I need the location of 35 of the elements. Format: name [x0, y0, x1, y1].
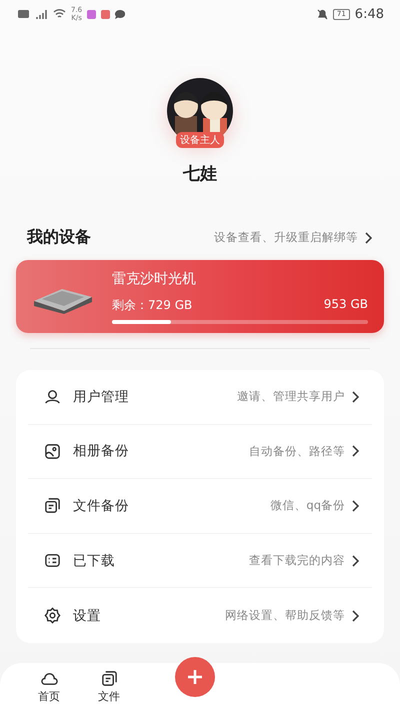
device-card[interactable]: 雷克沙时光机 剩余：729 GB 953 GB: [16, 260, 384, 333]
total-space: 953 GB: [324, 296, 368, 312]
menu-item[interactable]: 相册备份 自动备份、路径等: [28, 424, 372, 480]
menu-item[interactable]: 用户管理 邀请、管理共享用户: [28, 370, 372, 425]
section-title: 我的设备: [27, 227, 91, 248]
menu-item[interactable]: 已下载 查看下载完的内容: [28, 534, 372, 588]
chevron-icon: [351, 554, 360, 567]
user-name: 七娃: [183, 163, 217, 185]
nav-tab[interactable]: 首页: [38, 670, 60, 704]
owner-badge: 设备主人: [176, 132, 224, 148]
files-icon: [100, 670, 118, 687]
chat-icon: [115, 10, 126, 18]
chevron-icon: [351, 390, 360, 403]
free-space: 剩余：729 GB: [112, 296, 192, 314]
chevron-icon: [351, 610, 360, 622]
user-icon: [44, 388, 61, 406]
nav-tab[interactable]: 文件: [98, 670, 120, 704]
files-icon: [44, 497, 61, 514]
plus-icon: [187, 669, 203, 685]
chevron-icon: [351, 445, 360, 458]
chevron-icon: [364, 232, 373, 244]
photo-icon: [44, 442, 61, 460]
menu-item[interactable]: 设置 网络设置、帮助反馈等: [28, 588, 372, 643]
menu-item[interactable]: 文件备份 微信、qq备份: [28, 479, 372, 534]
add-button[interactable]: [175, 657, 215, 697]
chevron-icon: [351, 500, 360, 512]
wifi-icon: [53, 9, 66, 19]
device-name: 雷克沙时光机: [112, 270, 197, 288]
settings-icon: [44, 607, 61, 624]
cloud-icon: [40, 670, 58, 687]
signal-icon: [34, 9, 48, 19]
clock: 6:48: [354, 6, 384, 22]
hd-icon: [18, 10, 29, 18]
list-icon: [44, 552, 61, 570]
mute-icon: [316, 8, 328, 20]
